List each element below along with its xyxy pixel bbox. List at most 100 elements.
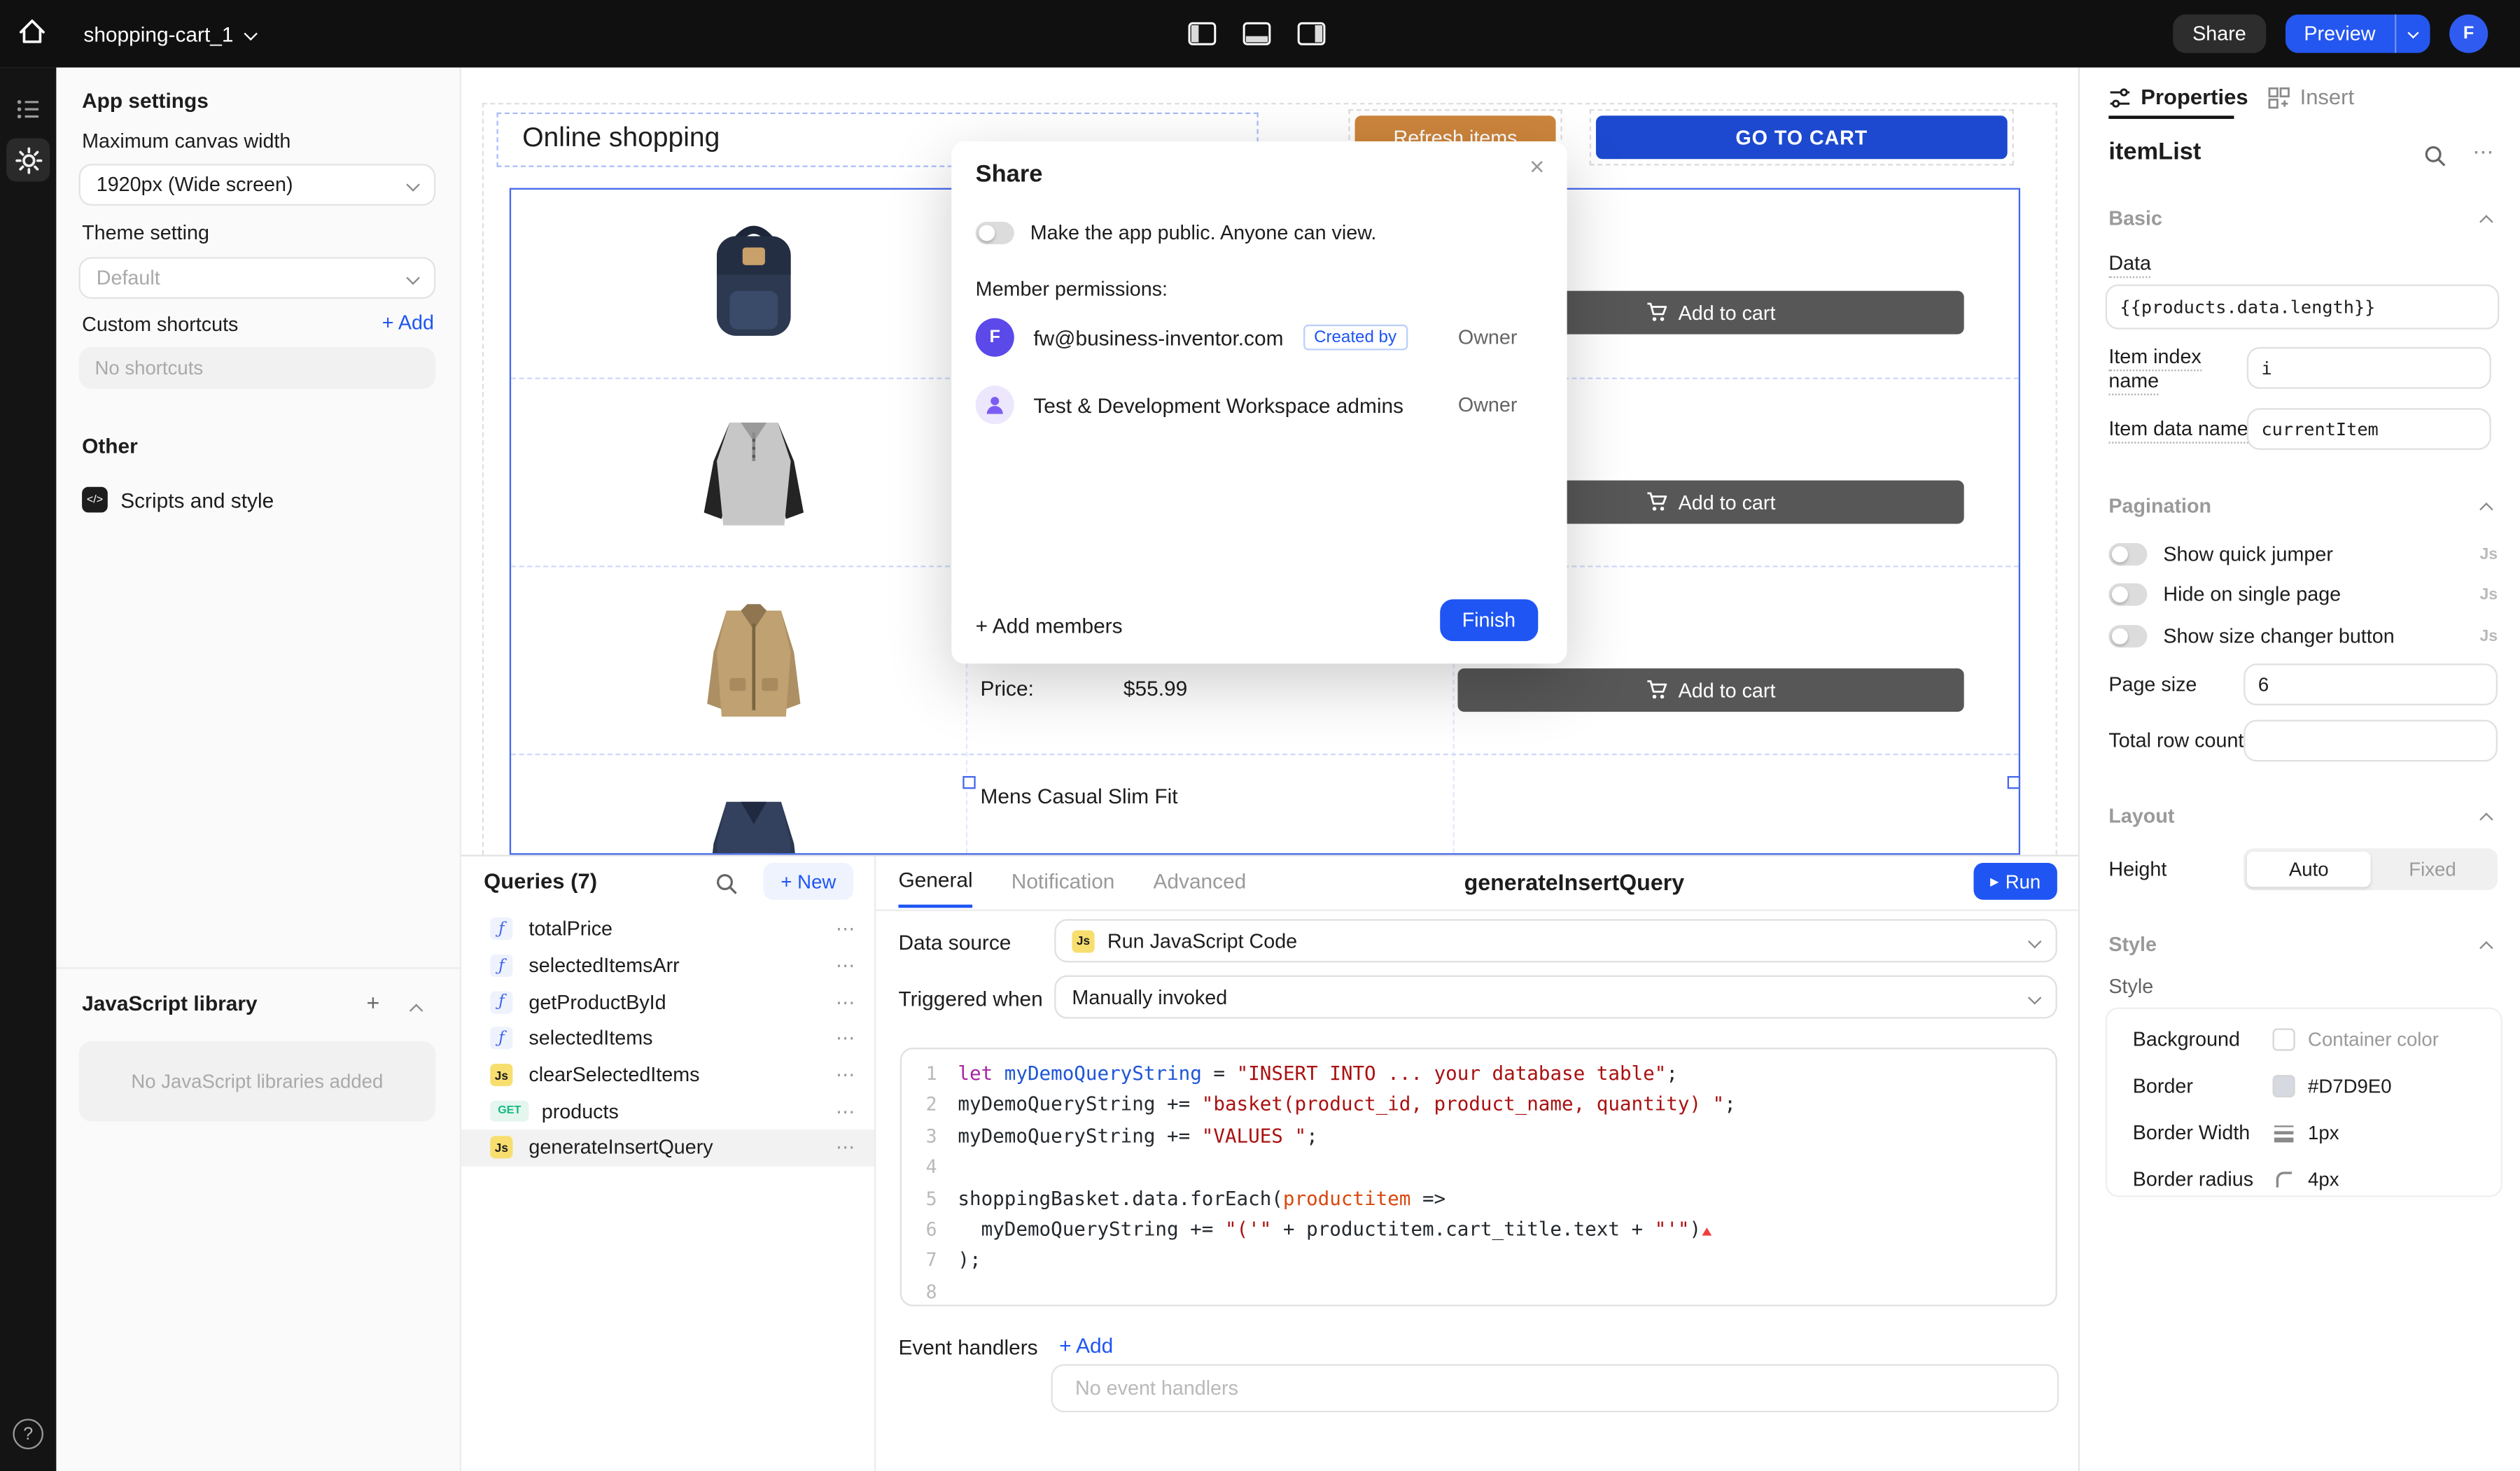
show-quick-jumper-toggle[interactable] (2108, 543, 2147, 565)
more-icon[interactable]: ⋯ (2469, 138, 2498, 167)
js-hint-icon[interactable]: Js (2479, 545, 2498, 563)
tab-insert[interactable]: Insert (2268, 85, 2354, 109)
js-hint-icon[interactable]: Js (2479, 628, 2498, 645)
height-auto-option[interactable]: Auto (2247, 852, 2371, 887)
add-to-cart-button[interactable]: Add to cart (1457, 668, 1963, 712)
app-name-menu[interactable]: shopping-cart_1 (83, 0, 255, 67)
go-to-cart-button[interactable]: GO TO CART (1596, 115, 2008, 159)
item-data-name-input[interactable] (2247, 408, 2491, 450)
style-row-border-radius[interactable]: Border radius 4px (2107, 1162, 2501, 1197)
style-row-border[interactable]: Border #D7D9E0 (2107, 1069, 2501, 1104)
item-index-name-input[interactable] (2247, 347, 2491, 389)
page-size-input[interactable] (2244, 663, 2498, 705)
component-tree-button[interactable] (13, 93, 45, 125)
collapse-style-button[interactable] (2475, 937, 2498, 959)
more-icon[interactable]: ⋯ (836, 1027, 855, 1050)
more-icon[interactable]: ⋯ (836, 991, 855, 1013)
collapse-basic-button[interactable] (2475, 211, 2498, 233)
show-size-changer-toggle[interactable] (2108, 625, 2147, 647)
code-line[interactable]: 5shoppingBasket.data.forEach(productitem… (902, 1183, 2056, 1215)
new-query-button[interactable]: + New (764, 863, 854, 900)
query-item-selected[interactable]: Js generateInsertQuery ⋯ (461, 1129, 874, 1166)
tab-properties-label: Properties (2141, 85, 2248, 109)
query-item[interactable]: ƒ selectedItemsArr ⋯ (461, 948, 874, 984)
close-icon[interactable]: × (1530, 154, 1544, 183)
resize-handle-right[interactable] (2008, 776, 2020, 789)
help-button[interactable]: ? (13, 1419, 43, 1449)
active-tab-underline (2108, 115, 2234, 119)
collapse-layout-button[interactable] (2475, 808, 2498, 831)
query-item[interactable]: ƒ getProductById ⋯ (461, 984, 874, 1020)
total-row-count-input[interactable] (2244, 720, 2498, 762)
code-line[interactable]: 4 (902, 1153, 2056, 1184)
style-row-border-width[interactable]: Border Width 1px (2107, 1115, 2501, 1150)
code-line[interactable]: 7); (902, 1246, 2056, 1277)
toggle-left-panel-button[interactable] (1183, 15, 1222, 53)
code-editor[interactable]: 1let myDemoQueryString = "INSERT INTO ..… (900, 1048, 2057, 1307)
code-line[interactable]: 3myDemoQueryString += "VALUES "; (902, 1121, 2056, 1153)
height-fixed-option[interactable]: Fixed (2371, 852, 2495, 887)
more-icon[interactable]: ⋯ (836, 1100, 855, 1122)
query-item[interactable]: ƒ totalPrice ⋯ (461, 911, 874, 948)
transformer-icon: ƒ (490, 991, 512, 1013)
query-name: getProductById (528, 991, 836, 1013)
js-hint-icon[interactable]: Js (2479, 586, 2498, 603)
user-avatar[interactable]: F (2449, 15, 2488, 53)
query-search-button[interactable] (712, 871, 741, 899)
more-icon[interactable]: ⋯ (836, 918, 855, 941)
style-sub-label: Style (2108, 976, 2153, 998)
toggle-right-panel-button[interactable] (1292, 15, 1331, 53)
preview-button[interactable]: Preview (2285, 15, 2395, 53)
tab-notification[interactable]: Notification (1011, 868, 1115, 908)
theme-setting-select[interactable]: Default (79, 257, 436, 299)
member-role[interactable]: Owner (1458, 394, 1543, 416)
share-button[interactable]: Share (2174, 15, 2266, 53)
color-swatch[interactable] (2273, 1028, 2295, 1050)
app-settings-button[interactable] (13, 145, 45, 177)
collapse-pagination-button[interactable] (2475, 498, 2498, 521)
more-icon[interactable]: ⋯ (836, 1136, 855, 1159)
run-query-button[interactable]: ▶ Run (1973, 863, 2057, 900)
query-item[interactable]: ƒ selectedItems ⋯ (461, 1020, 874, 1057)
add-js-library-button[interactable]: + (366, 990, 379, 1015)
tab-advanced[interactable]: Advanced (1154, 868, 1247, 908)
code-line[interactable]: 8 (902, 1277, 2056, 1307)
data-source-select[interactable]: Js Run JavaScript Code (1054, 919, 2057, 962)
data-input[interactable] (2106, 284, 2500, 329)
more-icon[interactable]: ⋯ (836, 1064, 855, 1086)
hide-on-single-page-toggle[interactable] (2108, 583, 2147, 605)
search-props-button[interactable] (2421, 141, 2449, 170)
tab-general[interactable]: General (898, 868, 972, 908)
style-row-value: 4px (2308, 1168, 2339, 1190)
query-item[interactable]: Js clearSelectedItems ⋯ (461, 1057, 874, 1093)
more-icon[interactable]: ⋯ (836, 955, 855, 977)
add-members-button[interactable]: + Add members (976, 614, 1123, 638)
finish-button[interactable]: Finish (1439, 599, 1538, 641)
scripts-and-style-item[interactable]: </> Scripts and style (82, 487, 274, 513)
cart-icon (1646, 680, 1669, 701)
style-row-background[interactable]: Background Container color (2107, 1022, 2501, 1057)
component-name: itemList (2108, 138, 2201, 165)
page-size-label: Page size (2108, 673, 2197, 696)
search-icon (2423, 145, 2446, 167)
product-row[interactable]: Mens Casual Slim Fit (511, 754, 2019, 855)
code-line[interactable]: 1let myDemoQueryString = "INSERT INTO ..… (902, 1059, 2056, 1090)
code-line[interactable]: 2myDemoQueryString += "basket(product_id… (902, 1090, 2056, 1122)
collapse-js-library-button[interactable] (412, 997, 421, 1020)
member-role[interactable]: Owner (1458, 326, 1543, 349)
resize-handle-left[interactable] (962, 776, 975, 789)
toggle-bottom-panel-button[interactable] (1238, 15, 1276, 53)
app-window: shopping-cart_1 Share Preview F (0, 0, 2520, 1471)
color-swatch[interactable] (2273, 1075, 2295, 1097)
tab-properties[interactable]: Properties (2108, 85, 2248, 109)
add-shortcut-button[interactable]: + Add (382, 311, 434, 334)
make-public-toggle[interactable] (976, 222, 1014, 244)
home-button[interactable] (10, 11, 55, 56)
query-item[interactable]: GET products ⋯ (461, 1093, 874, 1129)
triggered-when-select[interactable]: Manually invoked (1054, 976, 2057, 1019)
chevron-down-icon (2028, 990, 2041, 1004)
preview-dropdown-button[interactable] (2395, 15, 2430, 53)
max-canvas-width-select[interactable]: 1920px (Wide screen) (79, 164, 436, 206)
code-line[interactable]: 6 myDemoQueryString += "('" + productite… (902, 1215, 2056, 1246)
add-event-handler-button[interactable]: + Add (1059, 1334, 1113, 1358)
